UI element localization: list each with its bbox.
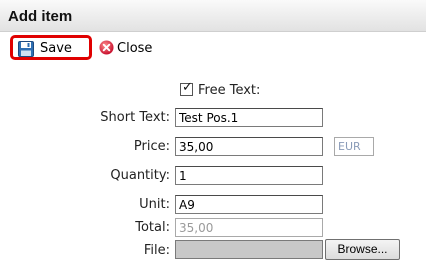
unit-input[interactable] — [175, 195, 323, 214]
total-label: Total: — [135, 220, 170, 235]
free-text-checkbox[interactable]: ✓ — [180, 80, 193, 96]
toolbar: Save Close — [0, 32, 426, 64]
close-circle-icon — [99, 40, 114, 55]
currency-field: EUR — [334, 137, 374, 156]
short-text-input[interactable] — [175, 108, 323, 127]
total-field — [175, 218, 323, 237]
price-input[interactable] — [175, 137, 323, 156]
save-button[interactable]: Save — [10, 35, 92, 60]
file-label: File: — [143, 243, 170, 258]
dialog-titlebar: Add item — [0, 0, 426, 32]
free-text-label: Free Text: — [198, 83, 261, 98]
floppy-disk-icon — [18, 41, 34, 57]
quantity-label: Quantity: — [110, 168, 170, 183]
checkmark-icon: ✓ — [182, 80, 193, 95]
unit-label: Unit: — [139, 197, 170, 212]
browse-button[interactable]: Browse... — [325, 239, 400, 260]
save-button-label: Save — [40, 41, 72, 56]
dialog-title: Add item — [8, 8, 73, 25]
price-label: Price: — [133, 139, 170, 154]
item-form: ✓ Free Text: Short Text: Price: EUR Quan… — [0, 64, 426, 280]
quantity-input[interactable] — [175, 166, 323, 185]
file-path-field[interactable] — [175, 240, 323, 259]
close-button-label: Close — [117, 41, 153, 56]
close-button[interactable]: Close — [97, 35, 157, 60]
short-text-label: Short Text: — [100, 110, 170, 125]
